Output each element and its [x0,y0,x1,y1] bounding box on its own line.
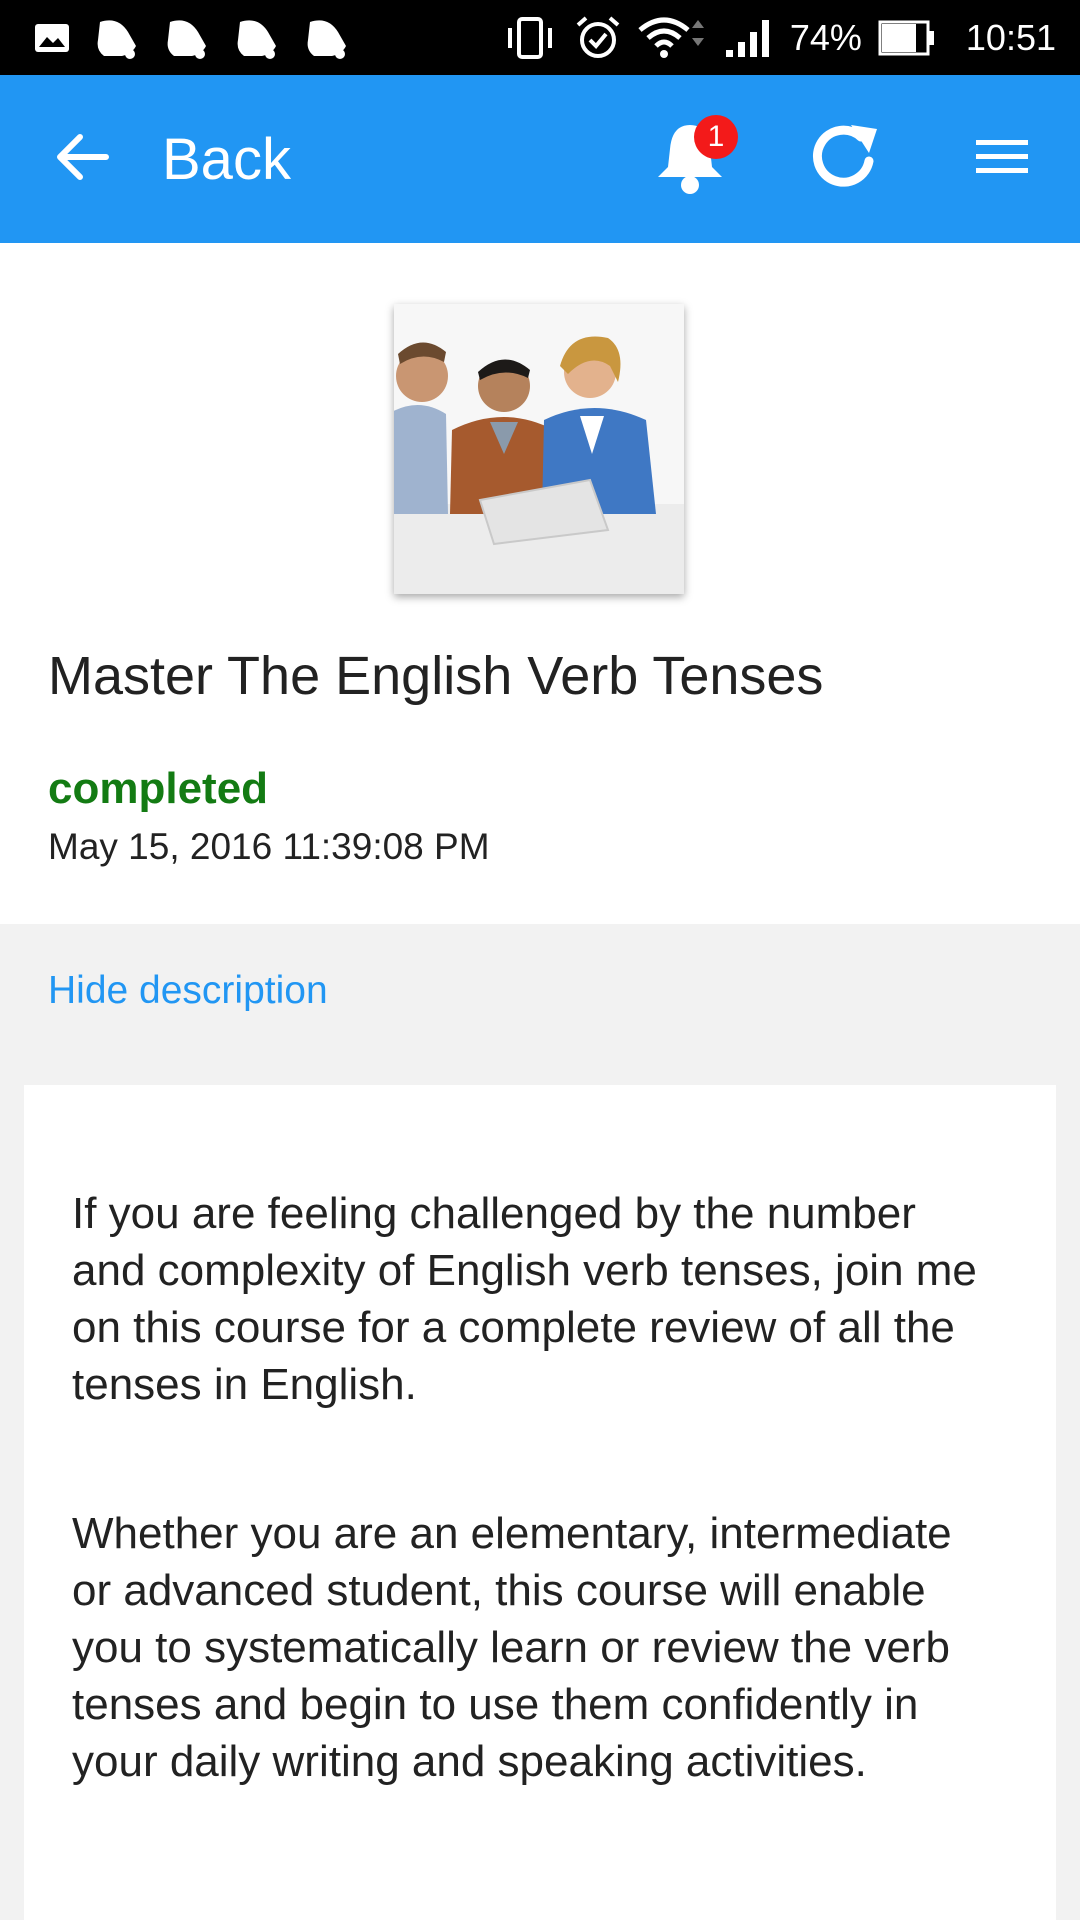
course-thumbnail-image [394,304,684,594]
description-card: If you are feeling challenged by the num… [24,1085,1056,1920]
hamburger-menu-icon [974,136,1030,183]
course-title: Master The English Verb Tenses [48,646,824,706]
alarm-icon [574,15,622,61]
notification-bell-icon [302,16,350,60]
completion-date: May 15, 2016 11:39:08 PM [48,826,490,867]
notifications-button[interactable]: 1 [612,75,768,243]
hide-description-link[interactable]: Hide description [48,969,328,1013]
notification-bell-icon [92,16,140,60]
description-paragraph: If you are feeling challenged by the num… [72,1189,977,1409]
back-arrow-icon [54,131,110,188]
battery-percent: 74% [789,16,862,58]
menu-button[interactable] [924,75,1080,243]
notification-bell-icon [162,16,210,60]
status-bar: 74% 10:51 [0,0,1080,75]
refresh-button[interactable] [768,75,924,243]
clock: 10:51 [965,16,1056,58]
course-thumbnail [394,304,684,594]
notification-bell-icon [232,16,280,60]
gallery-icon [34,23,70,53]
refresh-icon [807,121,885,198]
wifi-icon [638,16,708,60]
back-button[interactable]: Back [0,75,291,243]
description-paragraph: Whether you are an elementary, intermedi… [72,1509,952,1786]
notification-count-badge: 1 [694,115,738,159]
signal-icon [724,18,774,58]
app-bar: Back 1 [0,75,1080,243]
battery-icon [878,20,936,56]
vibrate-icon [502,16,558,60]
completion-status: completed [48,764,269,813]
back-label: Back [162,126,291,192]
